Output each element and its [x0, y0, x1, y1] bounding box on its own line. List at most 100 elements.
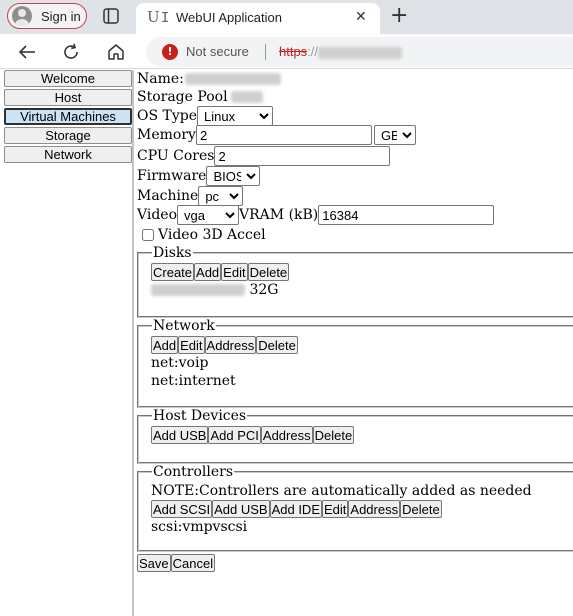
network-list-item[interactable]: net:internet — [151, 372, 573, 390]
webui-favicon-icon: UI — [147, 8, 171, 27]
back-arrow-icon[interactable] — [17, 42, 37, 62]
memory-input[interactable] — [195, 125, 372, 145]
controller-address-button[interactable]: Address — [348, 500, 401, 518]
disks-legend: Disks — [153, 245, 192, 261]
cpu-cores-input[interactable] — [214, 146, 391, 166]
network-delete-button[interactable]: Delete — [256, 336, 298, 354]
storage-pool-label: Storage Pool — [137, 89, 228, 105]
disk-list-item[interactable]: 32G — [151, 281, 573, 299]
os-type-label: OS Type — [137, 108, 198, 124]
sidebar-item-host[interactable]: Host — [4, 89, 132, 106]
disk-size: 32G — [249, 282, 279, 298]
reload-icon[interactable] — [61, 42, 81, 62]
tab-webui-application[interactable]: UI WebUI Application ✕ — [136, 3, 380, 34]
not-secure-label[interactable]: Not secure — [186, 44, 249, 59]
host-devices-legend: Host Devices — [153, 408, 247, 424]
controller-add-usb-button[interactable]: Add USB — [212, 500, 270, 518]
network-address-button[interactable]: Address — [204, 336, 257, 354]
vm-editor: Name: Storage Pool OS Type Linux Memory … — [137, 70, 573, 616]
memory-label: Memory — [137, 127, 196, 143]
disk-add-button[interactable]: Add — [194, 263, 222, 281]
not-secure-warning-icon[interactable]: ! — [162, 44, 178, 60]
controllers-note: NOTE:Controllers are automatically added… — [151, 483, 532, 499]
controller-edit-button[interactable]: Edit — [322, 500, 349, 518]
redacted-storage-pool — [230, 91, 263, 103]
sign-in-button[interactable]: Sign in — [7, 3, 87, 29]
memory-unit-select[interactable]: GB — [373, 125, 416, 145]
controllers-toolbar: Add SCSI Add USB Add IDE Edit Address De… — [151, 500, 573, 518]
machine-select[interactable]: pc — [198, 186, 244, 206]
webui-page: Welcome Host Virtual Machines Storage Ne… — [0, 70, 573, 616]
form-actions: Save Cancel — [137, 554, 216, 572]
controller-delete-button[interactable]: Delete — [400, 500, 442, 518]
url-scheme: https — [279, 44, 308, 59]
network-list-item[interactable]: net:voip — [151, 354, 573, 372]
host-add-usb-button[interactable]: Add USB — [151, 426, 209, 444]
video-3d-row: Video 3D Accel — [137, 226, 266, 244]
redacted-host — [318, 46, 403, 59]
home-icon[interactable] — [106, 42, 126, 62]
vram-input[interactable] — [318, 205, 495, 225]
cpu-cores-label: CPU Cores — [137, 148, 215, 164]
tab-actions-icon[interactable] — [102, 7, 120, 25]
cancel-button[interactable]: Cancel — [170, 554, 216, 572]
disk-delete-button[interactable]: Delete — [247, 263, 290, 281]
video-3d-accel-label[interactable]: Video 3D Accel — [158, 227, 266, 243]
avatar-icon — [12, 6, 32, 26]
tab-title: WebUI Application — [176, 10, 282, 25]
omnibox-divider — [265, 44, 266, 60]
url-text[interactable]: https:// — [279, 44, 403, 59]
sign-in-label: Sign in — [41, 8, 81, 24]
os-type-select[interactable]: Linux — [197, 106, 274, 126]
save-button[interactable]: Save — [137, 554, 171, 572]
disk-edit-button[interactable]: Edit — [221, 263, 248, 281]
controller-list-item[interactable]: scsi:vmpvscsi — [151, 518, 573, 536]
controllers-legend: Controllers — [153, 464, 234, 480]
url-rest: :// — [307, 44, 319, 59]
disks-toolbar: Create Add Edit Delete — [151, 263, 573, 281]
redacted-disk-name — [151, 284, 245, 296]
host-address-button[interactable]: Address — [260, 426, 313, 444]
controller-add-ide-button[interactable]: Add IDE — [269, 500, 322, 518]
firmware-label: Firmware — [137, 168, 207, 184]
firmware-select[interactable]: BIOS — [206, 166, 261, 186]
network-legend: Network — [153, 318, 215, 334]
vram-label: VRAM (kB) — [239, 207, 319, 223]
close-tab-icon[interactable]: ✕ — [355, 9, 367, 25]
video-3d-accel-checkbox[interactable] — [142, 229, 154, 241]
host-delete-button[interactable]: Delete — [312, 426, 355, 444]
video-label: Video — [137, 207, 178, 223]
disks-group: Disks Create Add Edit Delete 32G — [137, 245, 573, 318]
controllers-group: Controllers NOTE:Controllers are automat… — [137, 464, 573, 552]
os-type-row: OS Type Linux — [137, 106, 274, 126]
network-toolbar: Add Edit Address Delete — [151, 336, 573, 354]
video-row: Video vga VRAM (kB) — [137, 205, 495, 225]
network-add-button[interactable]: Add — [151, 336, 179, 354]
machine-label: Machine — [137, 188, 199, 204]
network-edit-button[interactable]: Edit — [178, 336, 205, 354]
sidebar-item-storage[interactable]: Storage — [4, 127, 132, 144]
host-devices-toolbar: Add USB Add PCI Address Delete — [151, 426, 573, 444]
controller-add-scsi-button[interactable]: Add SCSI — [151, 500, 213, 518]
host-devices-group: Host Devices Add USB Add PCI Address Del… — [137, 408, 573, 464]
sidebar-item-network[interactable]: Network — [4, 146, 132, 163]
cpu-cores-row: CPU Cores — [137, 146, 391, 166]
browser-tab-bar: Sign in UI WebUI Application ✕ + — [0, 0, 573, 34]
disk-create-button[interactable]: Create — [151, 263, 195, 281]
sidebar-item-welcome[interactable]: Welcome — [4, 70, 132, 87]
address-bar-row: ! Not secure https:// — [0, 34, 573, 69]
memory-row: Memory GB — [137, 125, 416, 145]
storage-pool-row: Storage Pool — [137, 88, 263, 106]
video-select[interactable]: vga — [177, 205, 240, 225]
vm-name-row: Name: — [137, 70, 281, 88]
new-tab-icon[interactable]: + — [390, 4, 408, 28]
machine-row: Machine pc — [137, 186, 244, 206]
name-label: Name: — [137, 71, 184, 87]
firmware-row: Firmware BIOS — [137, 166, 261, 186]
url-omnibox[interactable]: ! Not secure https:// — [146, 37, 573, 67]
redacted-vm-name — [184, 73, 281, 85]
sidebar: Welcome Host Virtual Machines Storage Ne… — [3, 70, 134, 616]
sidebar-item-virtual-machines[interactable]: Virtual Machines — [4, 108, 132, 125]
host-add-pci-button[interactable]: Add PCI — [208, 426, 261, 444]
network-group: Network Add Edit Address Delete net:voip… — [137, 318, 573, 408]
